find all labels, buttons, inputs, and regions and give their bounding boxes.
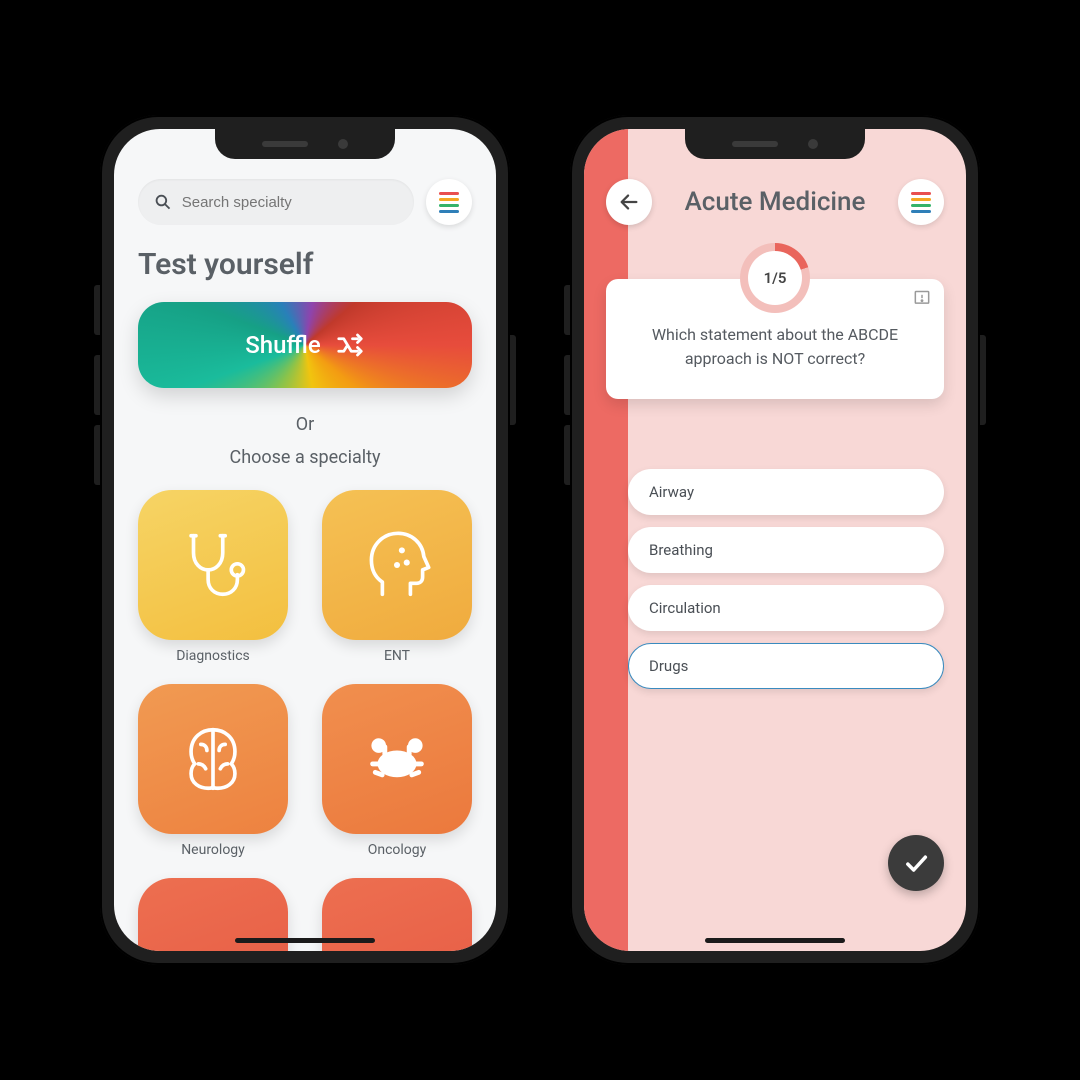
menu-line-icon: [911, 192, 931, 195]
question-text: Which statement about the ABCDE approach…: [652, 325, 898, 368]
specialty-tile-ent[interactable]: ENT: [322, 490, 472, 664]
head-profile-icon: [358, 526, 436, 604]
menu-line-icon: [911, 210, 931, 213]
menu-line-icon: [439, 192, 459, 195]
answer-option[interactable]: Airway: [628, 469, 944, 515]
search-icon: [154, 192, 172, 212]
menu-button[interactable]: [426, 179, 472, 225]
page-title: Test yourself: [138, 247, 472, 282]
crab-icon: [358, 720, 436, 798]
search-bar[interactable]: [138, 179, 414, 225]
shuffle-icon: [335, 330, 365, 360]
progress-ring: 1/5: [606, 243, 944, 313]
back-button[interactable]: [606, 179, 652, 225]
shuffle-button[interactable]: Shuffle: [138, 302, 472, 388]
menu-line-icon: [439, 198, 459, 201]
menu-line-icon: [911, 204, 931, 207]
shuffle-label: Shuffle: [245, 331, 321, 359]
home-indicator: [235, 938, 375, 943]
answer-option[interactable]: Breathing: [628, 527, 944, 573]
phone-mockup-quiz: Acute Medicine 1/5 Which statement about…: [570, 115, 980, 965]
top-bar: Acute Medicine: [606, 179, 944, 225]
tile-label: ENT: [384, 648, 410, 664]
choose-specialty-label: Choose a specialty: [138, 447, 472, 468]
phone-notch: [215, 129, 395, 159]
menu-button[interactable]: [898, 179, 944, 225]
brain-icon: [174, 720, 252, 798]
phone-mockup-home: Test yourself Shuffle Or Choose a specia…: [100, 115, 510, 965]
divider-or: Or: [280, 414, 330, 435]
screen-home: Test yourself Shuffle Or Choose a specia…: [114, 129, 496, 951]
progress-label: 1/5: [748, 251, 802, 305]
top-bar: [138, 179, 472, 225]
specialty-tile-oncology[interactable]: Oncology: [322, 684, 472, 858]
specialty-tile-neurology[interactable]: Neurology: [138, 684, 288, 858]
screen-quiz: Acute Medicine 1/5 Which statement about…: [584, 129, 966, 951]
submit-button[interactable]: [888, 835, 944, 891]
specialty-tile-diagnostics[interactable]: Diagnostics: [138, 490, 288, 664]
category-title: Acute Medicine: [685, 187, 866, 217]
arrow-left-icon: [618, 191, 640, 213]
specialty-grid: Diagnostics ENT: [138, 490, 472, 951]
answer-option[interactable]: Circulation: [628, 585, 944, 631]
tile-label: Neurology: [181, 842, 245, 858]
stethoscope-icon: [174, 526, 252, 604]
tile-label: Oncology: [368, 842, 427, 858]
menu-line-icon: [439, 204, 459, 207]
phone-notch: [685, 129, 865, 159]
tile-label: Diagnostics: [176, 648, 250, 664]
home-indicator: [705, 938, 845, 943]
check-icon: [902, 849, 930, 877]
menu-line-icon: [439, 210, 459, 213]
menu-line-icon: [911, 198, 931, 201]
answer-list: Airway Breathing Circulation Drugs: [606, 469, 944, 689]
answer-option[interactable]: Drugs: [628, 643, 944, 689]
search-input[interactable]: [182, 194, 398, 211]
